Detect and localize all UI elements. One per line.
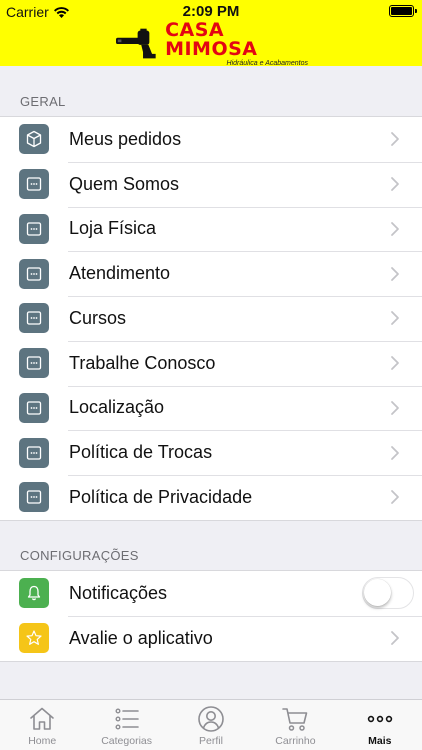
cart-icon [282, 708, 308, 731]
more-icon [367, 715, 393, 723]
home-icon [30, 707, 55, 730]
menu-item-label: Notificações [69, 582, 168, 603]
tab-mais[interactable]: Mais [338, 700, 422, 750]
menu-item-notificacoes: Notificações [0, 571, 422, 616]
page-icon [19, 437, 49, 468]
package-icon [19, 124, 49, 155]
menu-item-meus-pedidos[interactable]: Meus pedidos [0, 117, 422, 162]
menu-item-label: Meus pedidos [69, 128, 182, 149]
tab-perfil[interactable]: Perfil [169, 700, 253, 750]
tab-label: Categorias [101, 735, 152, 747]
menu-item-label: Cursos [69, 307, 127, 328]
brand-tagline: Hidráulica e Acabamentos [226, 60, 308, 67]
menu-item-atendimento[interactable]: Atendimento [0, 251, 422, 296]
page-icon [19, 213, 49, 244]
menu-item-label: Loja Física [69, 218, 157, 239]
tab-categorias[interactable]: Categorias [84, 700, 168, 750]
page-icon [19, 482, 49, 513]
page-icon [19, 348, 49, 379]
menu-item-label: Avalie o aplicativo [69, 627, 213, 648]
star-icon [19, 623, 49, 654]
configuracoes-list: Notificações Avalie o aplicativo [0, 570, 422, 662]
tab-home[interactable]: Home [0, 700, 84, 750]
bell-icon [19, 578, 49, 609]
chevron-right-icon [391, 221, 399, 236]
tab-label: Carrinho [275, 735, 316, 747]
menu-item-label: Trabalhe Conosco [69, 352, 216, 373]
brand-logo: CASA MIMOSA Hidráulica e Acabamentos [116, 21, 308, 67]
chevron-right-icon [391, 177, 399, 192]
chevron-right-icon [391, 490, 399, 505]
status-time: 2:09 PM [182, 3, 240, 20]
menu-item-trabalhe-conosco[interactable]: Trabalhe Conosco [0, 340, 422, 386]
notifications-toggle[interactable] [362, 577, 414, 610]
section-title-geral: GERAL [20, 94, 66, 109]
menu-item-localizacao[interactable]: Localização [0, 385, 422, 431]
menu-item-loja-fisica[interactable]: Loja Física [0, 206, 422, 252]
chevron-right-icon [391, 400, 399, 415]
menu-item-label: Quem Somos [69, 173, 180, 194]
page-icon [19, 303, 49, 334]
geral-list: Meus pedidos Quem Somos Loja Física Aten… [0, 116, 422, 521]
menu-item-label: Localização [69, 397, 165, 418]
tab-carrinho[interactable]: Carrinho [253, 700, 337, 750]
tab-bar: Home Categorias Perfil Carrinho Mais [0, 699, 422, 750]
tab-label: Perfil [199, 735, 223, 747]
menu-item-avalie-o-aplicativo[interactable]: Avalie o aplicativo [0, 615, 422, 661]
menu-item-label: Política de Trocas [69, 442, 213, 463]
page-icon [19, 392, 49, 423]
chevron-right-icon [391, 132, 399, 147]
battery-icon [389, 5, 417, 17]
page-icon [19, 169, 49, 200]
chevron-right-icon [391, 445, 399, 460]
app-header: Carrier 2:09 PM CASA MIMOSA Hidráulica e… [0, 0, 422, 67]
user-icon [198, 706, 224, 732]
section-title-configuracoes: CONFIGURAÇÕES [20, 548, 139, 563]
menu-item-quem-somos[interactable]: Quem Somos [0, 161, 422, 207]
chevron-right-icon [391, 631, 399, 646]
chevron-right-icon [391, 356, 399, 371]
faucet-logo-icon [116, 28, 156, 59]
menu-item-politica-de-trocas[interactable]: Política de Trocas [0, 430, 422, 475]
tab-label: Mais [368, 735, 392, 747]
page-icon [19, 258, 49, 289]
brand-name: CASA MIMOSA [165, 19, 258, 60]
menu-item-cursos[interactable]: Cursos [0, 296, 422, 341]
menu-item-politica-de-privacidade[interactable]: Política de Privacidade [0, 475, 422, 520]
menu-item-label: Política de Privacidade [69, 486, 253, 507]
tab-label: Home [28, 735, 57, 747]
menu-item-label: Atendimento [69, 263, 171, 284]
chevron-right-icon [391, 311, 399, 326]
list-icon [115, 708, 139, 730]
chevron-right-icon [391, 266, 399, 281]
